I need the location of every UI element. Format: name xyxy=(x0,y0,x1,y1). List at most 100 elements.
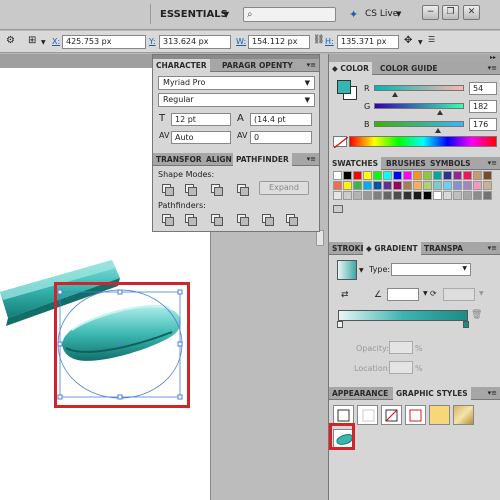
width-field[interactable]: 154.112 px xyxy=(248,35,310,49)
swatch[interactable] xyxy=(473,191,482,200)
tab-paragraph[interactable]: PARAGR xyxy=(219,59,259,72)
gradient-stop-end[interactable] xyxy=(463,321,469,328)
close-button[interactable]: ✕ xyxy=(463,5,480,20)
swatch[interactable] xyxy=(453,181,462,190)
swatch[interactable] xyxy=(353,191,362,200)
swatch[interactable] xyxy=(363,181,372,190)
chevron-down-icon[interactable]: ▼ xyxy=(359,267,364,274)
swatch[interactable] xyxy=(403,191,412,200)
swatch[interactable] xyxy=(463,171,472,180)
panel-menu-icon[interactable]: ▾≡ xyxy=(488,244,497,252)
swatch[interactable] xyxy=(483,171,492,180)
swatch[interactable] xyxy=(383,181,392,190)
swatch[interactable] xyxy=(393,191,402,200)
swatch[interactable] xyxy=(343,171,352,180)
workspace-switcher[interactable]: ESSENTIALS xyxy=(160,9,228,20)
swatch[interactable] xyxy=(333,181,342,190)
unite-icon[interactable] xyxy=(161,183,174,196)
x-field[interactable]: 425.753 px xyxy=(62,35,146,49)
graphic-style-shadow[interactable] xyxy=(357,405,378,425)
tab-character[interactable]: CHARACTER xyxy=(153,59,210,72)
r-field[interactable]: 54 xyxy=(469,82,497,95)
y-field[interactable]: 313.624 px xyxy=(159,35,231,49)
chevron-down-icon[interactable]: ▼ xyxy=(418,39,423,46)
swatch[interactable] xyxy=(393,171,402,180)
graphic-style-gold[interactable] xyxy=(453,405,474,425)
tab-color-guide[interactable]: COLOR GUIDE xyxy=(377,62,441,75)
exclude-icon[interactable] xyxy=(236,183,249,196)
outline-icon[interactable] xyxy=(261,213,274,226)
tab-gradient[interactable]: ◆ GRADIENT xyxy=(363,242,421,255)
swatch[interactable] xyxy=(453,191,462,200)
swatch[interactable] xyxy=(443,191,452,200)
swatch[interactable] xyxy=(423,171,432,180)
gradient-type-select[interactable]: ▼ xyxy=(391,263,471,276)
chevron-down-icon[interactable]: ▼ xyxy=(41,39,46,46)
gradient-stop-start[interactable] xyxy=(337,321,343,328)
swatch[interactable] xyxy=(333,191,342,200)
g-field[interactable]: 182 xyxy=(469,100,497,113)
cs-live-icon[interactable]: ✦ xyxy=(349,8,358,21)
panel-menu-icon[interactable]: ▾≡ xyxy=(307,155,316,163)
swatch[interactable] xyxy=(453,171,462,180)
swatch[interactable] xyxy=(393,181,402,190)
minimize-button[interactable]: − xyxy=(422,5,439,20)
minus-back-icon[interactable] xyxy=(285,213,298,226)
height-field[interactable]: 135.371 px xyxy=(337,35,399,49)
tab-color[interactable]: ◆ COLOR xyxy=(329,62,372,75)
font-style-select[interactable]: Regular ▼ xyxy=(158,93,315,107)
panel-menu-icon[interactable]: ▾≡ xyxy=(488,159,497,167)
swatch[interactable] xyxy=(463,181,472,190)
panel-menu-icon[interactable]: ☰ xyxy=(428,35,435,44)
graphic-style-yellow[interactable] xyxy=(429,405,450,425)
swatch[interactable] xyxy=(483,191,492,200)
dock-grip[interactable] xyxy=(329,54,500,62)
divide-icon[interactable] xyxy=(161,213,174,226)
chevron-down-icon[interactable]: ▼ xyxy=(223,10,229,19)
graphic-style-red-outline[interactable] xyxy=(405,405,426,425)
cs-live-menu[interactable]: CS Live xyxy=(365,9,398,19)
collapse-icon[interactable]: ▸▸ xyxy=(490,54,496,61)
tab-symbols[interactable]: SYMBOLS xyxy=(427,157,474,170)
panel-menu-icon[interactable]: ▾≡ xyxy=(488,64,497,72)
swatch[interactable] xyxy=(413,181,422,190)
swatch[interactable] xyxy=(473,181,482,190)
location-field[interactable] xyxy=(389,361,413,374)
kerning-field[interactable]: Auto xyxy=(171,131,231,144)
b-slider[interactable] xyxy=(374,121,464,133)
tab-graphic-styles[interactable]: GRAPHIC STYLES xyxy=(393,387,471,400)
aspect-ratio-field[interactable] xyxy=(443,288,475,301)
swatch[interactable] xyxy=(383,191,392,200)
swatch[interactable] xyxy=(363,191,372,200)
tab-appearance[interactable]: APPEARANCE xyxy=(329,387,391,400)
gradient-slider[interactable] xyxy=(338,310,468,321)
swatch[interactable] xyxy=(413,191,422,200)
tab-opentype[interactable]: OPENTY xyxy=(256,59,296,72)
swatch[interactable] xyxy=(373,181,382,190)
swatch[interactable] xyxy=(373,171,382,180)
swatch[interactable] xyxy=(463,191,472,200)
swatch[interactable] xyxy=(403,181,412,190)
tab-swatches[interactable]: SWATCHES xyxy=(329,157,381,170)
swatch[interactable] xyxy=(433,191,442,200)
font-size-field[interactable]: 12 pt xyxy=(171,113,231,126)
tab-transform[interactable]: TRANSFOR xyxy=(153,153,205,166)
swatch[interactable] xyxy=(353,181,362,190)
reverse-gradient-icon[interactable]: ⇄ xyxy=(341,290,349,300)
merge-icon[interactable] xyxy=(210,213,223,226)
panel-menu-icon[interactable]: ▾≡ xyxy=(307,61,316,69)
g-slider[interactable] xyxy=(374,103,464,115)
b-field[interactable]: 176 xyxy=(469,118,497,131)
transform-icon[interactable]: ✥ xyxy=(404,35,412,46)
panel-menu-icon[interactable]: ▾≡ xyxy=(488,389,497,397)
help-search-input[interactable]: ⌕ xyxy=(243,7,336,22)
gradient-preview[interactable] xyxy=(337,260,357,280)
trash-icon[interactable]: 🗑 xyxy=(471,310,482,320)
swatch[interactable] xyxy=(353,171,362,180)
r-slider[interactable] xyxy=(374,85,464,97)
swatch[interactable] xyxy=(473,171,482,180)
swatch[interactable] xyxy=(433,181,442,190)
leading-field[interactable]: (14.4 pt xyxy=(250,113,312,126)
swatch[interactable] xyxy=(373,191,382,200)
chevron-down-icon[interactable]: ▼ xyxy=(423,290,428,297)
